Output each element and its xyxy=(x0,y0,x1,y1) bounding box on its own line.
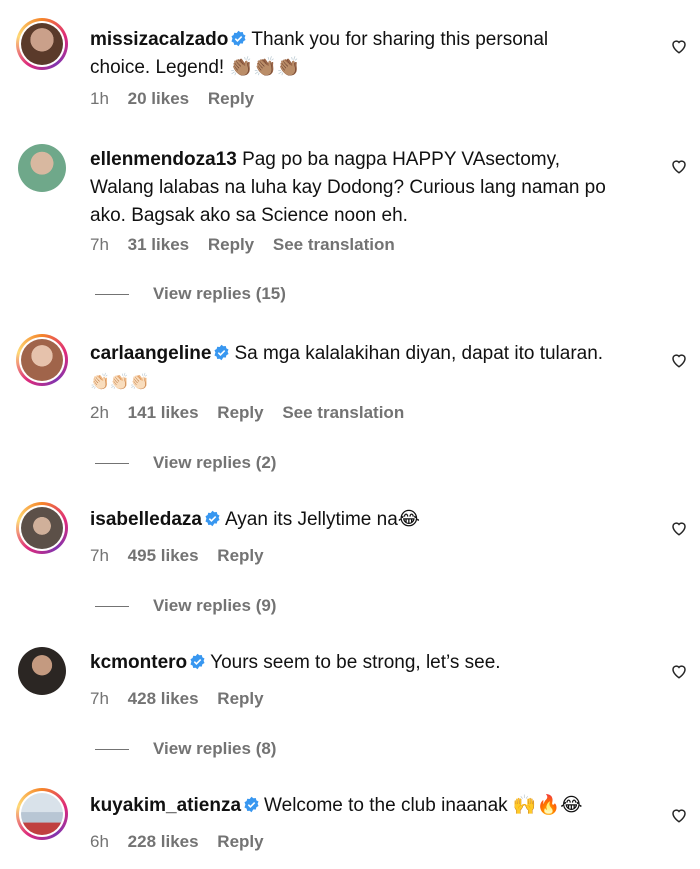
verified-badge-icon xyxy=(190,653,205,670)
divider xyxy=(95,462,129,464)
comment-meta: 2h 141 likes Reply See translation xyxy=(90,403,418,423)
comment-text: isabelledaza Ayan its Jellytime na😂 xyxy=(90,506,650,534)
verified-badge-icon xyxy=(231,30,246,47)
view-replies-button[interactable]: View replies (9) xyxy=(95,596,276,616)
comment-meta: 7h 428 likes Reply xyxy=(90,689,278,709)
comment-text: ellenmendoza13 Pag po ba nagpa HAPPY VAs… xyxy=(90,146,650,230)
comment-meta: 1h 20 likes Reply xyxy=(90,89,268,109)
comment-body: Pag po ba nagpa HAPPY VAsectomy, xyxy=(242,149,560,170)
comment-text: kcmontero Yours seem to be strong, let’s … xyxy=(90,649,650,677)
likes-count[interactable]: 495 likes xyxy=(128,546,199,565)
timestamp: 1h xyxy=(90,89,109,108)
comment-body: Sa mga kalalakihan diyan, dapat ito tula… xyxy=(234,343,604,364)
avatar[interactable] xyxy=(16,645,68,697)
view-replies-label: View replies (9) xyxy=(153,596,277,615)
comment-body-2: choice. Legend! 👏🏽👏🏽👏🏽 xyxy=(90,57,301,78)
comment-meta: 6h 228 likes Reply xyxy=(90,832,278,852)
view-replies-label: View replies (8) xyxy=(153,739,277,758)
comment-body-2: Walang lalabas na luha kay Dodong? Curio… xyxy=(90,177,606,198)
comment-text: kuyakim_atienza Welcome to the club inaan… xyxy=(90,792,650,820)
reply-button[interactable]: Reply xyxy=(217,832,263,851)
divider xyxy=(95,605,129,607)
verified-badge-icon xyxy=(244,796,259,813)
timestamp: 6h xyxy=(90,832,109,851)
heart-icon[interactable] xyxy=(670,157,688,175)
username[interactable]: kcmontero xyxy=(90,652,187,673)
comment-meta: 7h 495 likes Reply xyxy=(90,546,278,566)
view-replies-label: View replies (15) xyxy=(153,284,286,303)
see-translation-link[interactable]: See translation xyxy=(273,235,395,254)
avatar[interactable] xyxy=(16,788,68,840)
view-replies-button[interactable]: View replies (8) xyxy=(95,739,276,759)
likes-count[interactable]: 31 likes xyxy=(128,235,189,254)
comment-text: carlaangeline Sa mga kalalakihan diyan, d… xyxy=(90,340,650,396)
comment-text: missizacalzado Thank you for sharing this… xyxy=(90,26,650,82)
likes-count[interactable]: 20 likes xyxy=(128,89,189,108)
likes-count[interactable]: 141 likes xyxy=(128,403,199,422)
comment-body: Thank you for sharing this personal xyxy=(251,29,549,50)
reply-button[interactable]: Reply xyxy=(208,89,254,108)
verified-badge-icon xyxy=(214,344,229,361)
avatar[interactable] xyxy=(16,18,68,70)
divider xyxy=(95,748,129,750)
username[interactable]: kuyakim_atienza xyxy=(90,795,241,816)
timestamp: 7h xyxy=(90,689,109,708)
verified-badge-icon xyxy=(205,510,220,527)
likes-count[interactable]: 428 likes xyxy=(128,689,199,708)
heart-icon[interactable] xyxy=(670,351,688,369)
reply-button[interactable]: Reply xyxy=(217,403,263,422)
timestamp: 7h xyxy=(90,546,109,565)
avatar[interactable] xyxy=(16,142,68,194)
username[interactable]: isabelledaza xyxy=(90,509,202,530)
comment-emoji: 👏🏻👏🏻👏🏻 xyxy=(90,372,150,391)
avatar[interactable] xyxy=(16,502,68,554)
heart-icon[interactable] xyxy=(670,519,688,537)
username[interactable]: missizacalzado xyxy=(90,29,228,50)
comment-body: Welcome to the club inaanak 🙌🔥😂 xyxy=(264,795,583,816)
see-translation-link[interactable]: See translation xyxy=(282,403,404,422)
comment-meta: 7h 31 likes Reply See translation xyxy=(90,235,409,255)
avatar[interactable] xyxy=(16,334,68,386)
comment-body: Yours seem to be strong, let’s see. xyxy=(210,652,501,673)
reply-button[interactable]: Reply xyxy=(208,235,254,254)
comment-body-3: ako. Bagsak ako sa Science noon eh. xyxy=(90,205,408,226)
username[interactable]: carlaangeline xyxy=(90,343,211,364)
heart-icon[interactable] xyxy=(670,806,688,824)
likes-count[interactable]: 228 likes xyxy=(128,832,199,851)
divider xyxy=(95,293,129,295)
view-replies-button[interactable]: View replies (2) xyxy=(95,453,276,473)
comment-body: Ayan its Jellytime na😂 xyxy=(224,509,420,530)
view-replies-label: View replies (2) xyxy=(153,453,277,472)
view-replies-button[interactable]: View replies (15) xyxy=(95,284,286,304)
heart-icon[interactable] xyxy=(670,662,688,680)
timestamp: 2h xyxy=(90,403,109,422)
username[interactable]: ellenmendoza13 xyxy=(90,149,242,170)
timestamp: 7h xyxy=(90,235,109,254)
reply-button[interactable]: Reply xyxy=(217,546,263,565)
reply-button[interactable]: Reply xyxy=(217,689,263,708)
heart-icon[interactable] xyxy=(670,37,688,55)
